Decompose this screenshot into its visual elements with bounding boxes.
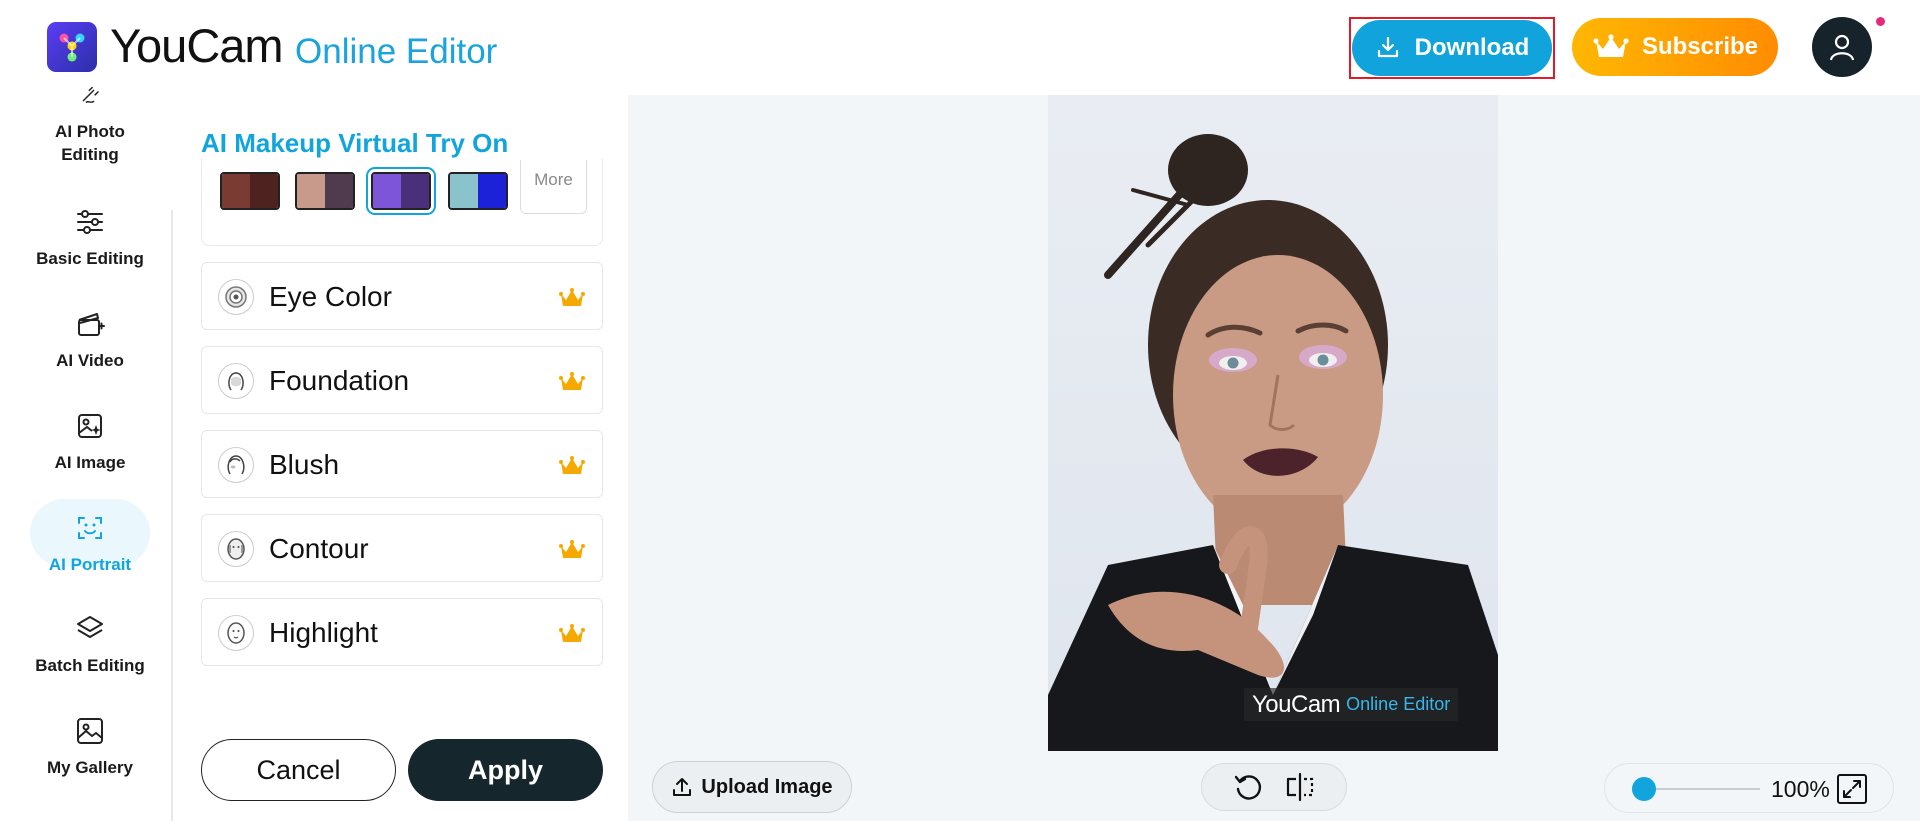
sliders-icon: [77, 210, 103, 234]
blush-icon: [218, 447, 254, 483]
zoom-slider-track[interactable]: [1645, 788, 1760, 790]
layers-icon: [77, 616, 103, 638]
palette-swatch[interactable]: [448, 172, 508, 210]
top-header: YouCam Online Editor Download Subscribe: [0, 0, 1920, 94]
brand-name: YouCam: [110, 19, 284, 72]
compare-icon[interactable]: [1283, 771, 1317, 803]
nav-item-ai-portrait[interactable]: AI Portrait: [30, 499, 150, 576]
more-palettes-button[interactable]: More: [520, 160, 587, 214]
nav-label: AI Portrait: [48, 555, 132, 574]
nav-item-basic-editing[interactable]: Basic Editing: [30, 207, 150, 270]
upload-label: Upload Image: [701, 775, 833, 798]
download-button[interactable]: Download: [1352, 20, 1552, 76]
watermark-brand: YouCam: [1252, 690, 1341, 718]
image-sparkle-icon: [78, 414, 102, 438]
nav-label: AI Video: [56, 351, 124, 370]
face-scan-icon: [78, 517, 102, 539]
premium-crown-icon: [559, 288, 585, 306]
nav-label: Basic Editing: [36, 249, 144, 268]
nav-divider: [171, 210, 173, 821]
feature-label: Contour: [269, 533, 369, 564]
feature-label: Highlight: [269, 617, 378, 648]
premium-crown-icon: [559, 372, 585, 390]
portrait-illustration: [1048, 134, 1498, 751]
logo-icon: [59, 33, 85, 62]
zoom-value: 100%: [1771, 776, 1830, 802]
nav-label: AI Image: [54, 453, 126, 472]
download-icon: [1377, 36, 1398, 58]
portrait-photo[interactable]: [1048, 95, 1498, 751]
watermark-subtitle: Online Editor: [1346, 694, 1451, 714]
feature-contour[interactable]: Contour: [201, 514, 603, 582]
reset-icon[interactable]: [1232, 771, 1264, 803]
subscribe-label: Subscribe: [1641, 33, 1759, 60]
feature-highlight[interactable]: Highlight: [201, 598, 603, 666]
palette-swatch[interactable]: [295, 172, 355, 210]
zoom-slider-handle[interactable]: [1632, 777, 1656, 801]
upload-icon: [673, 778, 692, 796]
feature-label: Foundation: [269, 365, 410, 396]
upload-image-button[interactable]: Upload Image: [652, 761, 852, 813]
user-icon: [1829, 34, 1855, 61]
nav-label: Batch Editing: [35, 656, 145, 675]
nav-item-ai-image[interactable]: AI Image: [30, 411, 150, 474]
contour-icon: [218, 531, 254, 567]
feature-foundation[interactable]: Foundation: [201, 346, 603, 414]
cancel-button[interactable]: Cancel: [201, 739, 396, 801]
expand-icon[interactable]: [1835, 772, 1869, 806]
palette-swatch-selected[interactable]: [366, 167, 436, 215]
nav-label: My Gallery: [47, 758, 133, 777]
nav-item-ai-video[interactable]: AI Video: [30, 309, 150, 372]
eye-color-icon: [218, 279, 254, 315]
highlight-icon: [218, 615, 254, 651]
brand-subtitle: Online Editor: [295, 32, 498, 71]
feature-blush[interactable]: Blush: [201, 430, 603, 498]
crown-icon: [1593, 34, 1629, 57]
notification-dot: [1876, 17, 1885, 26]
download-label: Download: [1414, 34, 1530, 61]
nav-item-batch-editing[interactable]: Batch Editing: [30, 614, 150, 677]
subscribe-button[interactable]: Subscribe: [1572, 18, 1778, 76]
premium-crown-icon: [559, 624, 585, 642]
feature-eye-color[interactable]: Eye Color: [201, 262, 603, 330]
feature-label: Eye Color: [269, 281, 392, 312]
apply-button[interactable]: Apply: [408, 739, 603, 801]
zoom-control: 100%: [1604, 763, 1894, 813]
feature-label: Blush: [269, 449, 340, 480]
panel-title: AI Makeup Virtual Try On: [201, 128, 509, 158]
user-avatar[interactable]: [1812, 17, 1872, 77]
image-tools: [1201, 763, 1347, 811]
magic-wand-icon: [82, 86, 99, 103]
premium-crown-icon: [559, 456, 585, 474]
nav-item-ai-photo-editing[interactable]: AI Photo Editing: [30, 86, 150, 166]
palette-swatch[interactable]: [220, 172, 280, 210]
nav-item-my-gallery[interactable]: My Gallery: [30, 716, 150, 779]
watermark: YouCam Online Editor: [1244, 688, 1459, 721]
nav-label: AI Photo Editing: [55, 122, 125, 164]
foundation-icon: [218, 363, 254, 399]
youcam-logo[interactable]: [47, 22, 97, 72]
clapperboard-icon: [78, 313, 105, 336]
premium-crown-icon: [559, 540, 585, 558]
gallery-icon: [77, 718, 103, 744]
